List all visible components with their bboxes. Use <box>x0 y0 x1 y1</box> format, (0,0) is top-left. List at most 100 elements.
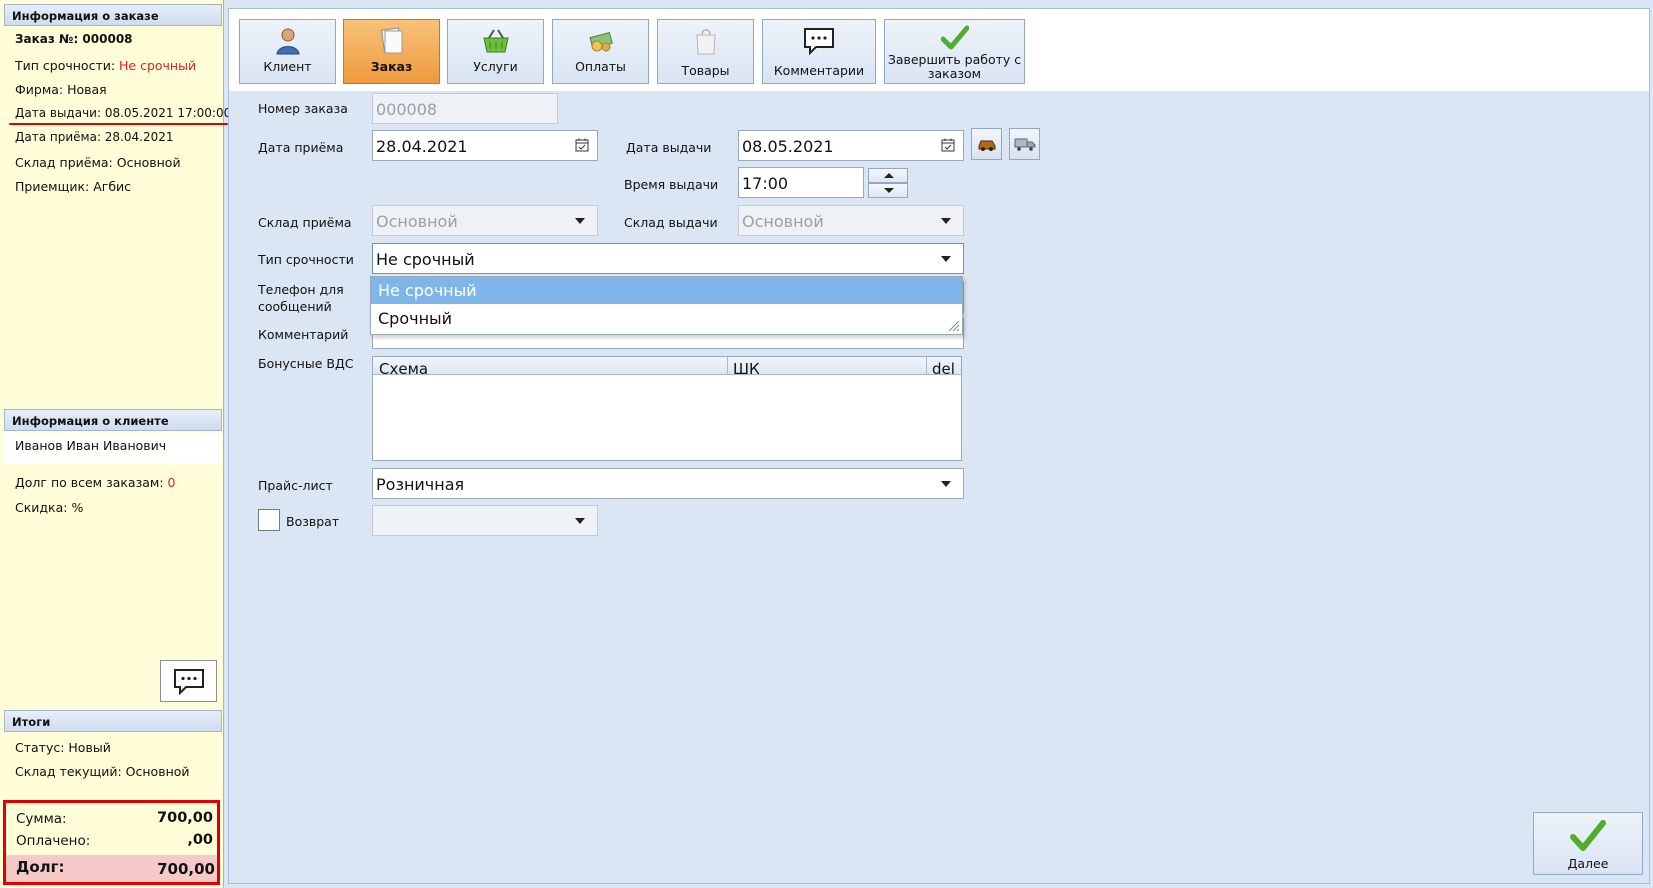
shopping-bag-icon <box>695 29 716 55</box>
calendar-icon[interactable] <box>941 138 955 152</box>
resize-grip-icon[interactable] <box>946 318 960 332</box>
tab-payments[interactable]: Оплаты <box>552 19 649 84</box>
totals-header: Итоги <box>4 710 222 732</box>
time-down-button[interactable] <box>868 183 908 198</box>
order-number-text: Заказ №: 000008 <box>15 32 133 46</box>
chevron-up-icon <box>884 173 894 178</box>
bonus-label: Бонусные ВДС <box>258 356 354 371</box>
issue-time-field[interactable]: 17:00 <box>738 167 864 198</box>
phone-label-line2: сообщений <box>258 299 332 314</box>
debt-all-text: Долг по всем заказам: 0 <box>15 475 175 490</box>
grid-col-barcode[interactable]: ШК <box>733 360 760 378</box>
order-number-field[interactable]: 000008 <box>372 93 558 124</box>
urgency-label: Тип срочности: <box>15 58 120 73</box>
debt-all-value: 0 <box>167 475 176 490</box>
urgency-value: Не срочный <box>119 58 197 73</box>
debt-value: 700,00 <box>157 860 215 878</box>
urgency-option-urgent[interactable]: Срочный <box>371 305 962 332</box>
urgency-type-select[interactable]: Не срочный <box>372 243 964 274</box>
issue-warehouse-value: Основной <box>742 212 824 231</box>
basket-icon <box>482 29 509 53</box>
urgency-option-not-urgent[interactable]: Не срочный <box>371 277 962 304</box>
grid-col-scheme[interactable]: Схема <box>379 360 428 378</box>
urgency-type-value: Не срочный <box>376 250 475 269</box>
pricelist-value: Розничная <box>376 475 465 494</box>
calendar-icon[interactable] <box>575 138 589 152</box>
status-text: Статус: Новый <box>15 740 111 755</box>
chevron-down-icon <box>884 188 894 193</box>
return-label: Возврат <box>286 514 340 529</box>
tab-comments-label: Комментарии <box>773 63 865 78</box>
receiver-text: Приемщик: Агбис <box>15 179 132 194</box>
current-warehouse-text: Склад текущий: Основной <box>15 764 190 779</box>
issue-date-label: Дата выдачи <box>626 140 712 155</box>
person-icon <box>275 28 300 55</box>
debt-label: Долг: <box>16 858 65 876</box>
chat-icon <box>173 669 204 695</box>
car-icon <box>978 140 995 151</box>
issue-warehouse-select[interactable]: Основной <box>738 205 964 236</box>
receive-date-field[interactable]: 28.04.2021 <box>372 130 598 161</box>
receive-date-value: 28.04.2021 <box>376 137 468 156</box>
order-info-panel: Информация о заказе Заказ №: 000008 Тип … <box>0 0 231 888</box>
bonus-grid-header: Схема ШК del <box>373 357 961 378</box>
phone-label: Телефон для сообщений <box>258 281 344 315</box>
phone-label-line1: Телефон для <box>258 282 344 297</box>
bonus-grid[interactable]: Схема ШК del <box>372 356 962 461</box>
tab-services[interactable]: Услуги <box>447 19 544 84</box>
return-checkbox[interactable] <box>258 509 280 531</box>
delivery-car-button[interactable] <box>971 128 1002 160</box>
delivery-truck-button[interactable] <box>1009 128 1040 160</box>
chevron-down-icon <box>575 518 585 524</box>
truck-icon <box>1014 138 1035 151</box>
chevron-down-icon <box>575 218 585 224</box>
urgency-text: Тип срочности: Не срочный <box>15 58 196 73</box>
finish-order-label: Завершить работу с заказом <box>885 53 1024 81</box>
urgency-type-label: Тип срочности <box>258 252 354 267</box>
urgency-dropdown-list: Не срочный Срочный <box>370 276 963 335</box>
order-number-label: Номер заказа <box>258 101 348 116</box>
firm-text: Фирма: Новая <box>15 82 107 97</box>
finish-order-line2: заказом <box>927 66 982 81</box>
document-icon <box>380 27 402 54</box>
totals-summary: Сумма: 700,00 Оплачено: ,00 Долг: 700,00 <box>3 800 220 885</box>
tab-client[interactable]: Клиент <box>239 19 336 84</box>
issue-date-field[interactable]: 08.05.2021 <box>738 130 964 161</box>
pricelist-select[interactable]: Розничная <box>372 468 964 499</box>
time-up-button[interactable] <box>868 168 908 183</box>
paid-value: ,00 <box>187 832 213 848</box>
receive-warehouse-text: Склад приёма: Основной <box>15 155 181 170</box>
client-name-box: Иванов Иван Иванович <box>4 433 222 463</box>
tab-goods[interactable]: Товары <box>657 19 754 84</box>
chevron-down-icon <box>941 256 951 262</box>
receive-warehouse-label: Склад приёма <box>258 215 352 230</box>
order-info-header: Информация о заказе <box>4 4 222 26</box>
issue-time-label: Время выдачи <box>624 177 719 192</box>
tab-order-label: Заказ <box>370 59 413 74</box>
checkmark-icon <box>1570 820 1606 851</box>
chevron-down-icon <box>941 218 951 224</box>
issue-warehouse-label: Склад выдачи <box>624 215 718 230</box>
tab-payments-label: Оплаты <box>575 59 626 74</box>
issue-date-text: Дата выдачи: 08.05.2021 17:00:00 <box>15 106 232 120</box>
client-comment-button[interactable] <box>160 660 217 702</box>
finish-order-button[interactable]: Завершить работу с заказом <box>884 19 1025 84</box>
tab-comments[interactable]: Комментарии <box>762 19 876 84</box>
toolbar: Клиент Заказ Услуги Оплаты Товары Коммен <box>229 9 1649 89</box>
next-button[interactable]: Далее <box>1533 812 1643 875</box>
app-window: Информация о заказе Заказ №: 000008 Тип … <box>0 0 1653 888</box>
grid-col-delete[interactable]: del <box>932 360 955 378</box>
paid-label: Оплачено: <box>16 833 91 849</box>
debt-band: Долг: 700,00 <box>6 855 217 882</box>
receive-warehouse-select[interactable]: Основной <box>372 205 598 236</box>
next-button-label: Далее <box>1567 856 1609 871</box>
finish-order-line1: Завершить работу с <box>887 52 1022 67</box>
receive-date-text: Дата приёма: 28.04.2021 <box>15 130 174 144</box>
grid-col-divider <box>727 357 728 375</box>
tab-goods-label: Товары <box>681 63 730 78</box>
issue-date-underline <box>9 123 228 125</box>
tab-order[interactable]: Заказ <box>343 19 440 84</box>
client-info-header: Информация о клиенте <box>4 409 222 431</box>
checkmark-icon <box>940 25 969 50</box>
return-select[interactable] <box>372 505 598 536</box>
